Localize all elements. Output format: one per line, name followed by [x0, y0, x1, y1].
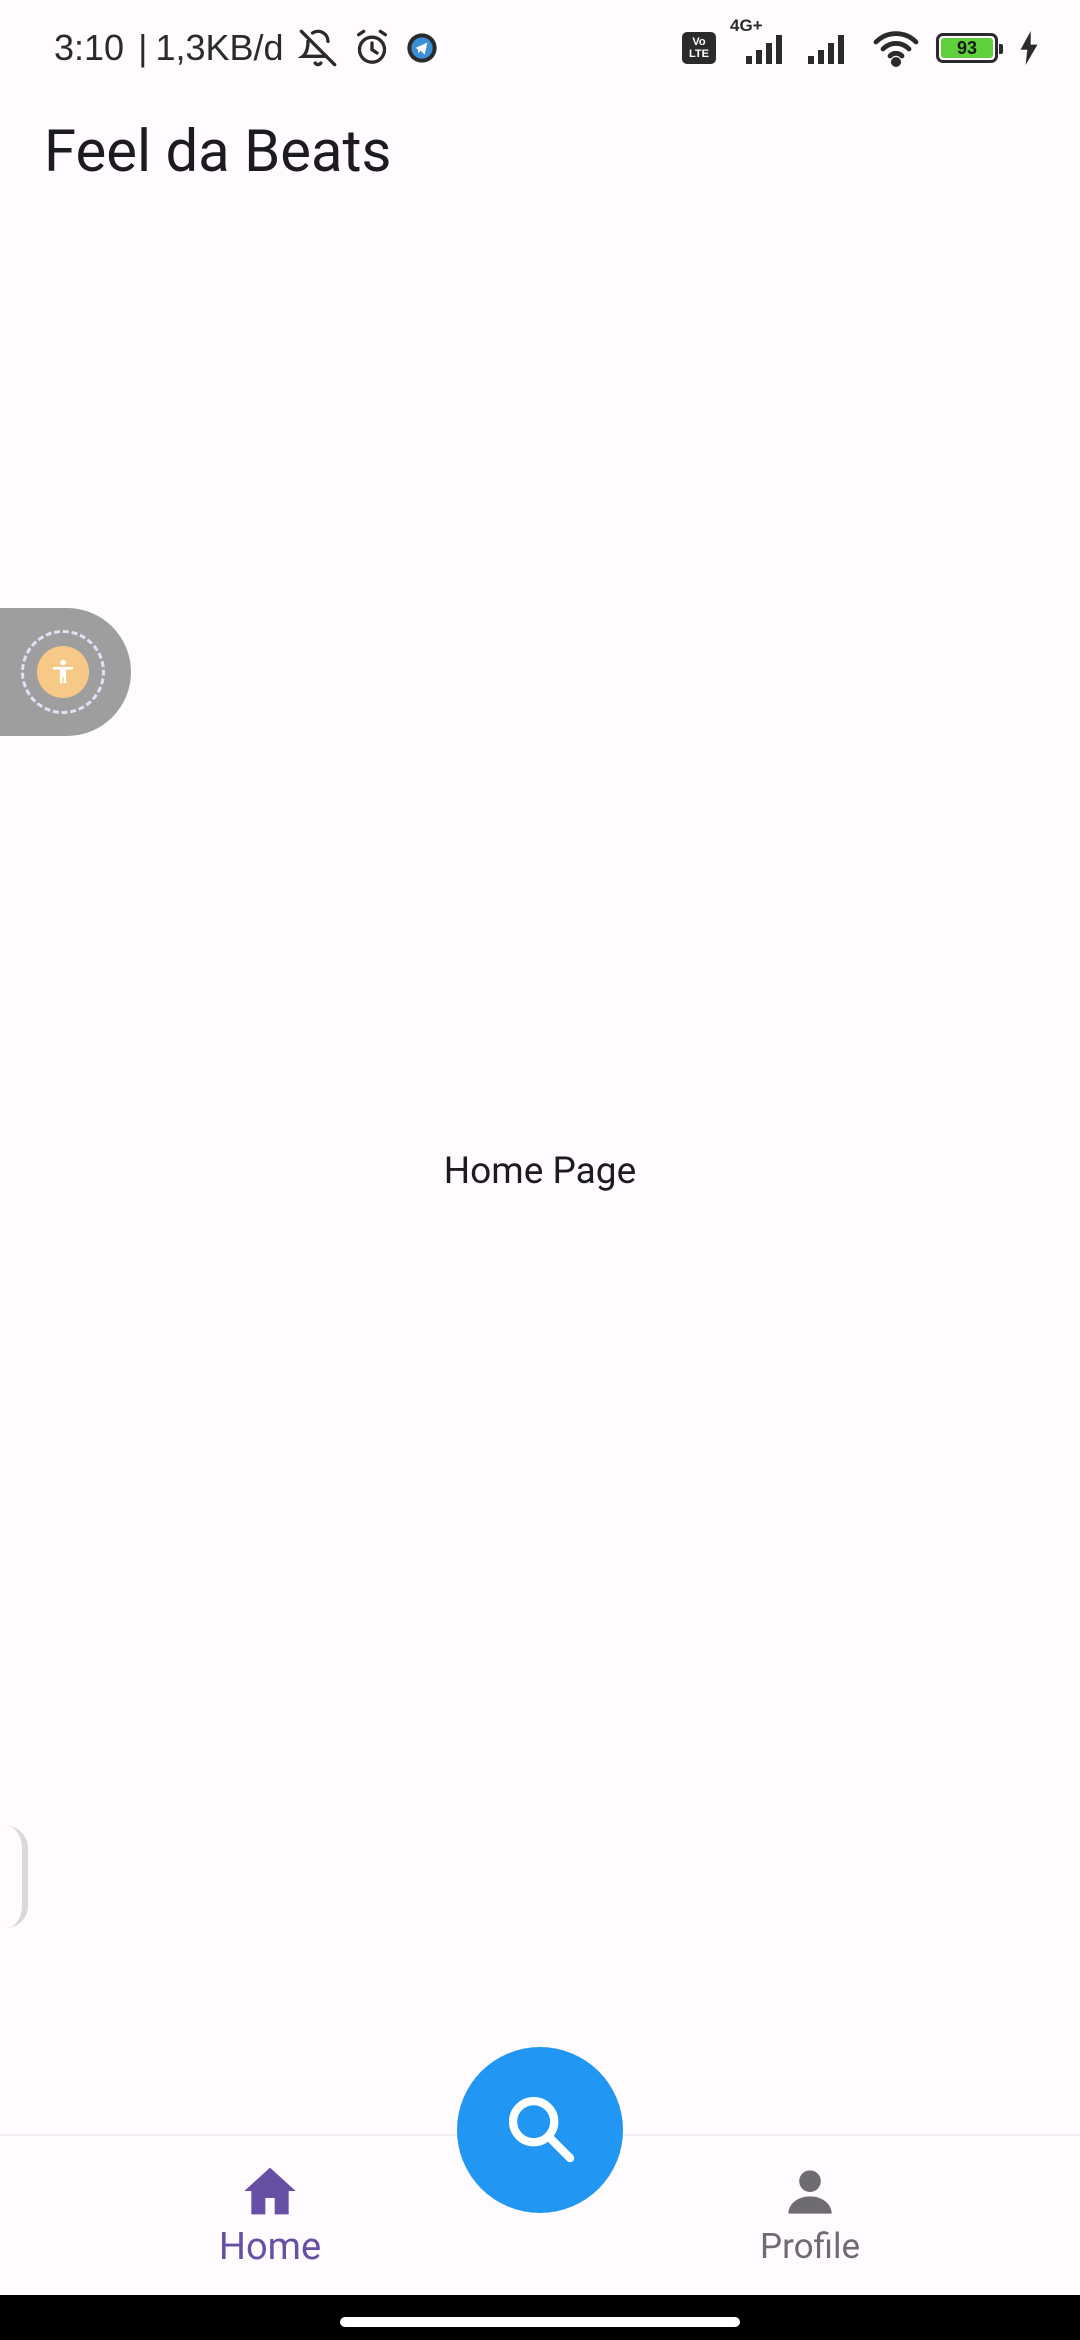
app-bar: Feel da Beats	[0, 96, 1080, 208]
volte-icon: Vo LTE	[682, 32, 716, 64]
page-title: Feel da Beats	[44, 118, 392, 186]
battery-icon: 93	[936, 33, 1003, 63]
bell-off-icon	[297, 28, 338, 68]
home-page-text: Home Page	[443, 1150, 637, 1193]
nav-label-home: Home	[218, 2224, 322, 2269]
status-data-rate: 1,3KB/d	[155, 27, 284, 68]
person-icon	[784, 2166, 836, 2222]
signal-icon	[806, 30, 856, 66]
charging-icon	[1018, 31, 1040, 65]
signal-icon: 4G+	[730, 16, 792, 66]
nav-item-home[interactable]: Home	[120, 2136, 420, 2297]
status-left: 3:10 | 1,3KB/d	[54, 27, 438, 69]
volte-line2: LTE	[689, 48, 709, 60]
screen: 3:10 | 1,3KB/d Vo LTE 4G+ 93 Feel da Bea…	[0, 0, 1080, 2340]
home-gesture-pill[interactable]	[340, 2317, 740, 2327]
accessibility-ring	[20, 630, 105, 714]
volte-line1: Vo	[692, 36, 706, 48]
status-right: Vo LTE 4G+ 93	[682, 16, 1040, 68]
accessibility-icon	[36, 646, 89, 698]
status-bar: 3:10 | 1,3KB/d Vo LTE 4G+ 93	[0, 0, 1080, 96]
search-fab-button[interactable]	[457, 2047, 623, 2213]
wifi-icon	[870, 28, 922, 68]
nav-label-profile: Profile	[759, 2226, 861, 2267]
status-separator: |	[138, 27, 148, 68]
battery-level: 93	[941, 38, 993, 58]
system-gesture-area	[0, 2295, 1080, 2340]
status-time: 3:10	[54, 27, 125, 68]
home-icon	[242, 2165, 298, 2221]
accessibility-floating-button[interactable]	[0, 608, 131, 736]
telegram-icon	[406, 32, 438, 64]
alarm-icon	[352, 28, 392, 68]
network-type: 4G+	[730, 16, 763, 35]
edge-swipe-handle[interactable]	[6, 1826, 28, 1928]
search-icon	[502, 2090, 578, 2170]
nav-item-profile[interactable]: Profile	[660, 2136, 960, 2297]
